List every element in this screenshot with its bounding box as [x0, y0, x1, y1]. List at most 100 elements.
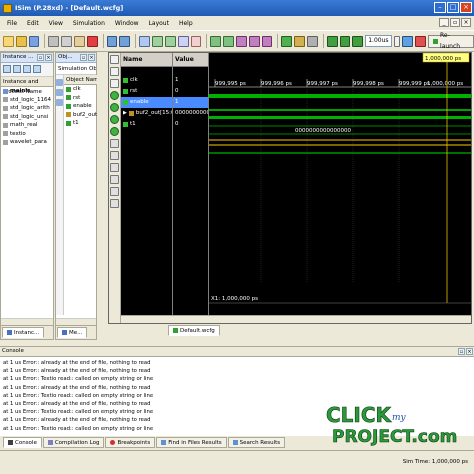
panel-close-icon[interactable]: ×	[88, 54, 95, 61]
add-marker-icon[interactable]	[110, 139, 119, 148]
cut-icon[interactable]	[48, 35, 60, 47]
signal-row-t1[interactable]: t1	[121, 119, 172, 130]
object-filter-icon[interactable]	[56, 99, 63, 106]
redo-icon[interactable]	[119, 35, 131, 47]
signal-row-buf2-out[interactable]: ▶buf2_out[15:0]	[121, 108, 172, 119]
undo-icon[interactable]	[106, 35, 118, 47]
next-marker-icon[interactable]	[110, 163, 119, 172]
instance-item[interactable]: textio	[1, 130, 53, 139]
menu-layout[interactable]: Layout	[144, 20, 174, 27]
save-icon[interactable]	[28, 35, 40, 47]
previous-transition-icon[interactable]	[110, 115, 119, 124]
menu-simulation[interactable]: Simulation	[68, 20, 110, 27]
watermark-line2: PROJECT.com	[332, 427, 457, 447]
console-float-icon[interactable]: ▫	[458, 348, 465, 355]
instance-item[interactable]: wavelet_para	[1, 138, 53, 147]
menu-edit[interactable]: Edit	[22, 20, 44, 27]
swap-cursor-icon[interactable]	[110, 175, 119, 184]
wave-zoom-out-icon[interactable]	[110, 67, 119, 76]
close-button[interactable]: ×	[460, 2, 472, 13]
tab-instance[interactable]: Instanc...	[2, 327, 45, 338]
restart-icon[interactable]	[326, 35, 338, 47]
expand-arrow-icon[interactable]: ▶	[123, 108, 127, 119]
new-icon[interactable]	[3, 35, 14, 47]
menu-window[interactable]: Window	[110, 20, 144, 27]
instance-item[interactable]: std_logic_unsi	[1, 113, 53, 122]
marker-next-icon[interactable]	[261, 35, 273, 47]
menu-help[interactable]: Help	[174, 20, 198, 27]
paste-icon[interactable]	[74, 35, 85, 47]
watermark-line1: CLICK	[326, 403, 393, 427]
cursor-right-icon[interactable]	[223, 35, 234, 47]
open-icon[interactable]	[15, 35, 27, 47]
snap-to-transition-icon[interactable]	[110, 187, 119, 196]
swap-icon[interactable]	[294, 35, 305, 47]
package-icon	[3, 97, 8, 103]
relaunch-button[interactable]: Re-launch	[428, 32, 474, 50]
tab-breakpoints[interactable]: Breakpoints	[105, 437, 156, 448]
run-time-field[interactable]: 1.00us	[365, 35, 392, 47]
previous-marker-icon[interactable]	[110, 151, 119, 160]
object-filter-icon[interactable]	[56, 79, 63, 86]
tab-find-in-files[interactable]: Find in Files Results	[156, 437, 227, 448]
zoom-cursor-icon[interactable]	[190, 35, 202, 47]
expand-icon[interactable]	[3, 65, 11, 73]
panel-float-icon[interactable]: ▫	[80, 54, 87, 61]
doc-close-button[interactable]: ×	[461, 18, 471, 27]
signal-value: 0	[175, 88, 179, 94]
signal-row-clk[interactable]: clk	[121, 75, 172, 86]
marker-prev-icon[interactable]	[248, 35, 260, 47]
zoom-in-icon[interactable]	[152, 35, 163, 47]
instance-item[interactable]: std_logic_arith	[1, 104, 53, 113]
next-transition-icon[interactable]	[110, 127, 119, 136]
break-icon[interactable]	[415, 35, 427, 47]
time-unit-dropdown-icon[interactable]	[393, 35, 401, 47]
wave-hscroll[interactable]	[121, 315, 471, 323]
value-column-header: Value	[173, 53, 208, 67]
menu-file[interactable]: File	[2, 20, 22, 27]
menu-view[interactable]: View	[44, 20, 68, 27]
run-for-icon[interactable]	[352, 35, 364, 47]
delete-icon[interactable]	[86, 35, 98, 47]
zoom-out-icon[interactable]	[164, 35, 176, 47]
tab-search-results[interactable]: Search Results	[227, 437, 286, 448]
panel-splitter[interactable]	[97, 52, 108, 340]
copy-icon[interactable]	[61, 35, 73, 47]
tab-console[interactable]: Console	[3, 437, 42, 448]
wave-zoom-full-icon[interactable]	[110, 79, 119, 88]
filter-icon[interactable]	[23, 65, 31, 73]
instance-item[interactable]: math_real	[1, 121, 53, 130]
go-to-time-zero-icon[interactable]	[110, 91, 119, 100]
doc-restore-button[interactable]: ▫	[450, 18, 460, 27]
run-all-icon[interactable]	[339, 35, 351, 47]
console-close-icon[interactable]: ×	[466, 348, 473, 355]
signal-row-enable[interactable]: enable	[121, 97, 172, 108]
cursor-left-icon[interactable]	[210, 35, 222, 47]
object-filter-icon[interactable]	[56, 89, 63, 96]
tab-memory[interactable]: Me...	[57, 327, 88, 338]
doc-minimize-button[interactable]: _	[439, 18, 449, 27]
tab-default-wcfg[interactable]: Default.wcfg	[168, 325, 220, 336]
panel-close-icon[interactable]: ×	[45, 54, 52, 61]
minimize-button[interactable]: –	[434, 2, 446, 13]
snap-icon[interactable]	[281, 35, 293, 47]
waveform-plot[interactable]: 1,000,000 ps 999,995 ps 999,996 ps 999,9…	[209, 52, 471, 315]
settings-icon[interactable]	[33, 65, 41, 73]
tab-compilation-log[interactable]: Compilation Log	[42, 437, 105, 448]
wave-zoom-in-icon[interactable]	[110, 55, 119, 64]
package-icon	[3, 122, 8, 128]
collapse-icon[interactable]	[13, 65, 21, 73]
bus-icon[interactable]	[306, 35, 318, 47]
instance-hscroll[interactable]	[1, 318, 53, 325]
panel-float-icon[interactable]: ▫	[37, 54, 44, 61]
floating-ruler-icon[interactable]	[110, 199, 119, 208]
go-to-last-time-icon[interactable]	[110, 103, 119, 112]
time-label: 999,995 ps	[215, 81, 246, 87]
object-hscroll[interactable]	[56, 318, 96, 325]
find-icon[interactable]	[139, 35, 151, 47]
step-icon[interactable]	[402, 35, 414, 47]
zoom-fit-icon[interactable]	[177, 35, 189, 47]
maximize-button[interactable]: □	[447, 2, 459, 13]
marker-icon[interactable]	[235, 35, 247, 47]
signal-row-rst[interactable]: rst	[121, 86, 172, 97]
